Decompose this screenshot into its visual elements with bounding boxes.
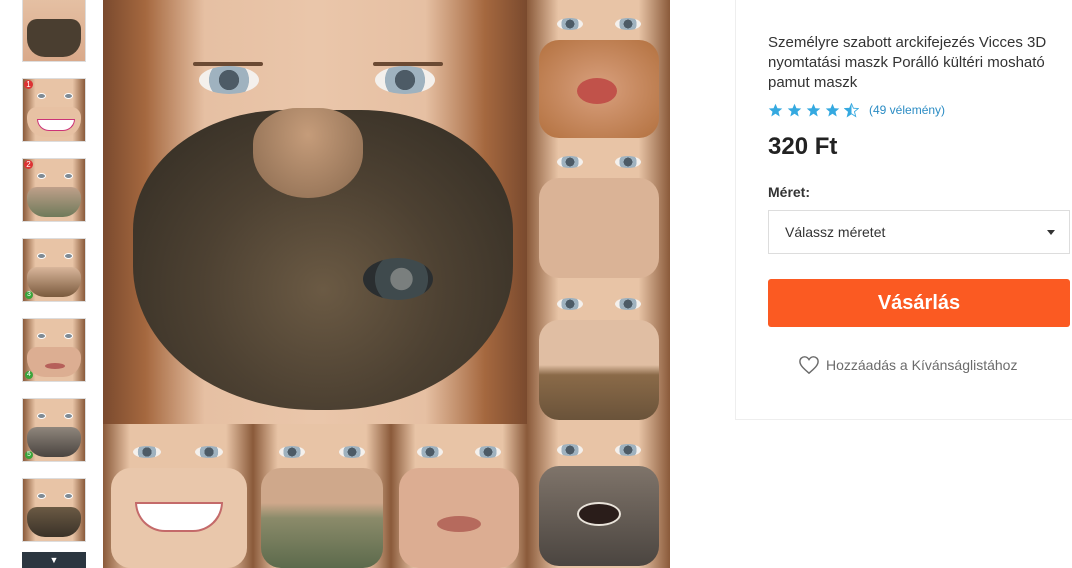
main-image-tile-green-beard	[253, 424, 391, 568]
main-image-tile-nose	[527, 142, 670, 284]
main-image-tile-teeth	[527, 426, 670, 568]
main-product-image[interactable]	[103, 0, 670, 568]
wishlist-label: Hozzáadás a Kívánságlistához	[826, 357, 1018, 373]
add-to-wishlist-button[interactable]: Hozzáadás a Kívánságlistához	[798, 355, 1017, 375]
chevron-down-icon: ▼	[49, 555, 59, 565]
size-label: Méret:	[768, 184, 811, 200]
heart-icon	[799, 356, 819, 375]
buy-button[interactable]: Vásárlás	[768, 279, 1070, 327]
product-price: 320 Ft	[768, 133, 838, 160]
reviews-link[interactable]: (49 vélemény)	[869, 103, 945, 117]
size-select-value: Válassz méretet	[785, 224, 886, 240]
thumbnail-badge: 5	[25, 451, 33, 459]
thumbnail-3[interactable]: 2	[22, 158, 86, 222]
thumbnail-badge: 3	[25, 291, 33, 299]
thumbnails-scroll-down[interactable]: ▼	[22, 552, 86, 568]
thumbnail-badge: 2	[24, 160, 33, 169]
rating-row: (49 vélemény)	[768, 101, 945, 119]
main-image-tile-cigar-beard	[103, 0, 527, 424]
thumbnail-5[interactable]: 4	[22, 318, 86, 382]
caret-down-icon	[1047, 230, 1055, 235]
thumbnail-2[interactable]: 1	[22, 78, 86, 142]
main-image-tile-smile	[103, 424, 253, 568]
half-star-icon	[844, 102, 859, 117]
product-title: Személyre szabott arckifejezés Vicces 3D…	[768, 34, 1047, 91]
main-image-tile-mustache	[527, 284, 670, 426]
star-icon	[825, 103, 840, 116]
star-icon	[787, 103, 802, 116]
product-info-panel: Személyre szabott arckifejezés Vicces 3D…	[735, 0, 1072, 420]
main-image-tile-pout	[391, 424, 527, 568]
thumbnail-4[interactable]: 3	[22, 238, 86, 302]
thumbnail-7[interactable]	[22, 478, 86, 542]
star-icon	[806, 103, 821, 116]
thumbnail-strip: 1 2 3 4 5 ▼	[0, 0, 100, 568]
thumbnail-1[interactable]	[22, 0, 86, 62]
thumbnail-badge: 1	[24, 80, 33, 89]
thumbnail-6[interactable]: 5	[22, 398, 86, 462]
main-image-tile-lips	[527, 0, 670, 142]
star-icon	[768, 103, 783, 116]
thumbnail-badge: 4	[25, 371, 33, 379]
size-select[interactable]: Válassz méretet	[768, 210, 1070, 254]
